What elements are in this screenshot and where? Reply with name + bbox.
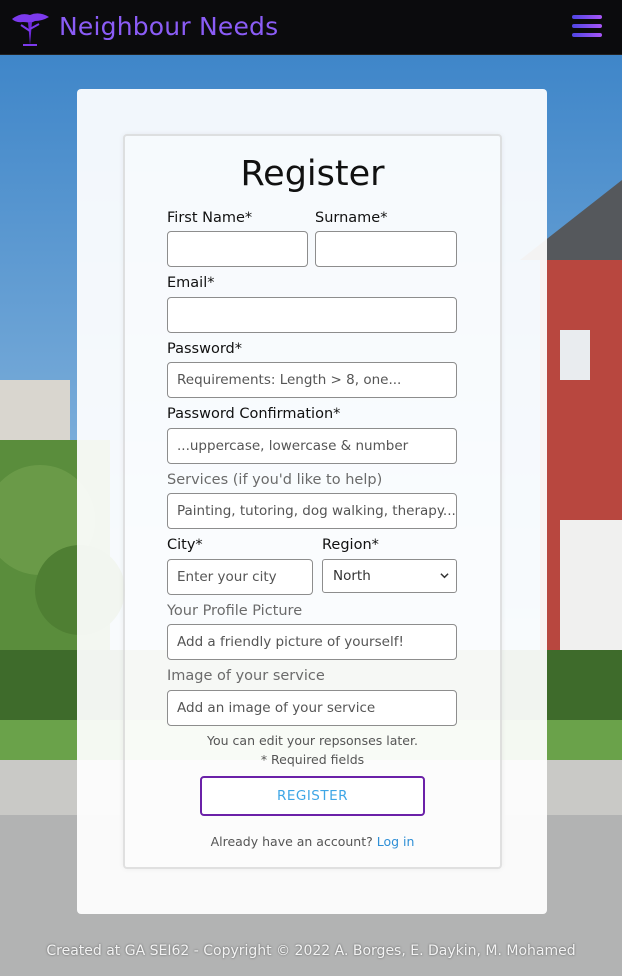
login-link[interactable]: Log in [377, 834, 415, 849]
city-placeholder: Enter your city [177, 569, 277, 585]
login-prompt-text: Already have an account? [210, 834, 373, 849]
service-image-input[interactable]: Add an image of your service [167, 690, 457, 726]
password-confirmation-placeholder: ...uppercase, lowercase & number [177, 438, 409, 454]
email-label: Email* [167, 275, 215, 291]
profile-picture-label: Your Profile Picture [167, 603, 303, 619]
password-label: Password* [167, 341, 242, 357]
region-select[interactable]: North [322, 559, 457, 593]
service-image-label: Image of your service [167, 668, 325, 684]
edit-note: You can edit your repsonses later. [207, 733, 418, 748]
region-selected-value: North [333, 568, 371, 584]
required-note: * Required fields [260, 752, 365, 767]
surname-label: Surname* [315, 210, 388, 226]
password-placeholder: Requirements: Length > 8, one... [177, 372, 402, 388]
profile-picture-placeholder: Add a friendly picture of yourself! [177, 634, 404, 650]
services-label: Services (if you'd like to help) [167, 472, 383, 488]
password-input[interactable]: Requirements: Length > 8, one... [167, 362, 457, 398]
city-label: City* [167, 537, 203, 553]
city-input[interactable]: Enter your city [167, 559, 313, 595]
page-title: Register [240, 154, 385, 194]
profile-picture-input[interactable]: Add a friendly picture of yourself! [167, 624, 457, 660]
first-name-label: First Name* [167, 210, 253, 226]
service-image-placeholder: Add an image of your service [177, 700, 376, 716]
first-name-input[interactable] [167, 231, 308, 267]
password-confirmation-input[interactable]: ...uppercase, lowercase & number [167, 428, 457, 464]
services-placeholder: Painting, tutoring, dog walking, therapy… [177, 503, 456, 519]
navbar: Neighbour Needs [0, 0, 622, 55]
hamburger-menu-icon[interactable] [572, 15, 602, 41]
login-prompt: Already have an account? Log in [125, 834, 500, 849]
register-form: Register First Name* Surname* Email* Pas… [123, 134, 502, 869]
password-confirmation-label: Password Confirmation* [167, 406, 341, 422]
region-label: Region* [322, 537, 379, 553]
footer-copyright: Created at GA SEI62 - Copyright © 2022 A… [46, 943, 576, 959]
register-button[interactable]: REGISTER [200, 776, 425, 816]
services-input[interactable]: Painting, tutoring, dog walking, therapy… [167, 493, 457, 529]
brand-name[interactable]: Neighbour Needs [59, 10, 278, 44]
tree-icon[interactable] [9, 9, 51, 47]
email-input[interactable] [167, 297, 457, 333]
register-card: Register First Name* Surname* Email* Pas… [77, 89, 547, 914]
chevron-down-icon [440, 573, 449, 579]
surname-input[interactable] [315, 231, 457, 267]
